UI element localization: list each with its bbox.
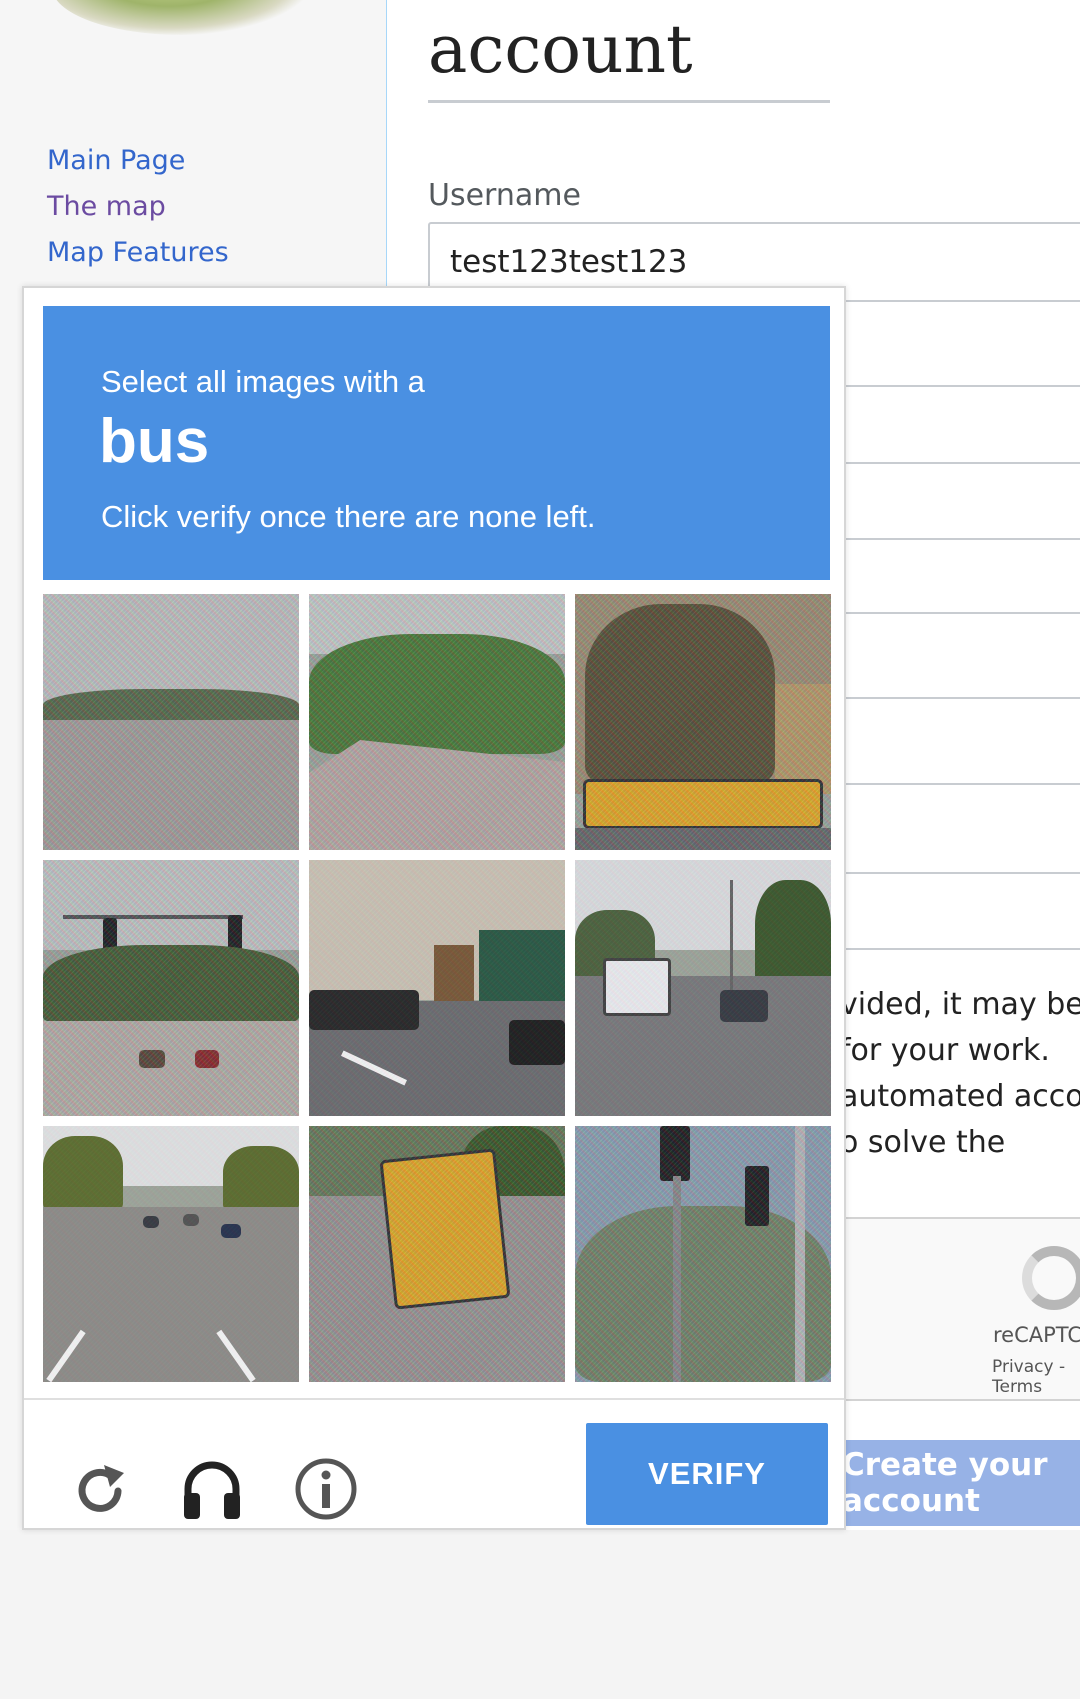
- nav-main-page[interactable]: Main Page: [47, 138, 229, 184]
- verify-button[interactable]: VERIFY: [586, 1423, 828, 1525]
- headphones-icon[interactable]: [176, 1453, 248, 1525]
- site-logo[interactable]: [52, 0, 312, 35]
- captcha-instruction: Select all images with a: [101, 364, 425, 399]
- recaptcha-privacy-link[interactable]: Privacy - Terms: [992, 1357, 1080, 1397]
- captcha-tile[interactable]: [43, 594, 299, 850]
- captcha-tile[interactable]: [309, 860, 565, 1116]
- captcha-tile[interactable]: [43, 1126, 299, 1382]
- recaptcha-brand: reCAPTCHA: [993, 1323, 1080, 1347]
- info-text: for your work.: [840, 1033, 1050, 1068]
- captcha-target-object: bus: [99, 407, 210, 476]
- captcha-tile[interactable]: [309, 594, 565, 850]
- info-text: automated acco: [840, 1079, 1080, 1114]
- captcha-image-grid: [43, 594, 831, 1382]
- sidebar-nav: Main Page The map Map Features Contribut…: [47, 138, 229, 298]
- captcha-footer-divider: [24, 1398, 844, 1400]
- nav-map-features[interactable]: Map Features: [47, 230, 229, 276]
- captcha-tile[interactable]: [43, 860, 299, 1116]
- field-border: [820, 538, 1080, 540]
- field-border: [820, 948, 1080, 950]
- info-icon[interactable]: [290, 1453, 362, 1525]
- captcha-sub-instruction: Click verify once there are none left.: [101, 499, 596, 534]
- captcha-tile[interactable]: [575, 594, 831, 850]
- field-border: [820, 783, 1080, 785]
- captcha-header: Select all images with a bus Click verif…: [43, 306, 830, 580]
- captcha-tile[interactable]: [575, 1126, 831, 1382]
- field-border: [820, 697, 1080, 699]
- reload-icon[interactable]: [64, 1453, 136, 1525]
- nav-the-map[interactable]: The map: [47, 184, 229, 230]
- info-text: vided, it may be: [840, 987, 1080, 1022]
- field-border: [820, 612, 1080, 614]
- info-text: o solve the: [840, 1125, 1006, 1160]
- captcha-tile[interactable]: [575, 860, 831, 1116]
- field-border: [820, 462, 1080, 464]
- captcha-tile[interactable]: [309, 1126, 565, 1382]
- field-border: [820, 872, 1080, 874]
- username-label: Username: [428, 178, 581, 213]
- captcha-challenge: Select all images with a bus Click verif…: [22, 286, 846, 1530]
- page-title: account: [428, 11, 693, 88]
- title-divider: [428, 100, 830, 103]
- recaptcha-logo-icon: [1022, 1246, 1080, 1310]
- field-border: [820, 385, 1080, 387]
